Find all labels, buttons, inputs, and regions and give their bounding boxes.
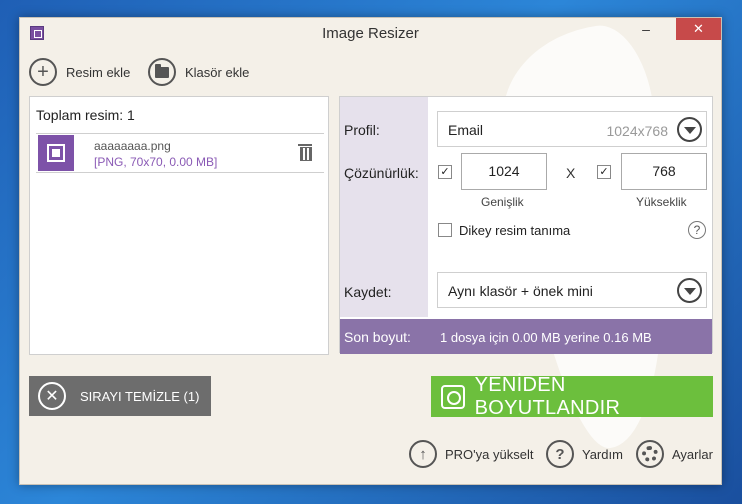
- file-list-item[interactable]: aaaaaaaa.png [PNG, 70x70, 0.00 MB]: [36, 133, 324, 173]
- image-thumbnail: [38, 135, 74, 171]
- height-caption: Yükseklik: [636, 195, 687, 209]
- final-size-label: Son boyut:: [344, 329, 411, 345]
- upgrade-label: PRO'ya yükselt: [445, 446, 534, 462]
- total-images-label: Toplam resim: 1: [36, 107, 135, 123]
- settings-label: Ayarlar: [672, 446, 713, 462]
- height-input[interactable]: 768: [621, 153, 707, 190]
- settings-panel: Profil: Email 1024x768 Çözünürlük: ✓ 102…: [339, 96, 713, 354]
- resize-label: YENİDEN BOYUTLANDIR: [474, 373, 621, 419]
- gear-icon: [636, 440, 664, 468]
- help-icon[interactable]: ?: [688, 221, 706, 239]
- chevron-down-icon[interactable]: [677, 117, 702, 142]
- window-title: Image Resizer: [322, 25, 419, 42]
- add-image-button[interactable]: + Resim ekle: [29, 58, 130, 86]
- trash-icon[interactable]: [298, 144, 312, 161]
- width-input[interactable]: 1024: [461, 153, 547, 190]
- resize-icon: [441, 384, 465, 409]
- final-size-text: 1 dosya için 0.00 MB yerine 0.16 MB: [440, 330, 652, 345]
- clear-queue-button[interactable]: ✕ SIRAYI TEMİZLE (1): [29, 376, 211, 416]
- save-dropdown[interactable]: Aynı klasör + önek mini: [437, 272, 707, 308]
- final-size-bar: Son boyut: 1 dosya için 0.00 MB yerine 0…: [340, 319, 712, 354]
- settings-button[interactable]: Ayarlar: [636, 439, 713, 469]
- folder-icon: [148, 58, 176, 86]
- profile-value: Email: [448, 122, 484, 138]
- help-button[interactable]: ? Yardım: [546, 439, 623, 469]
- app-window: Image Resizer – ✕ + Resim ekle Klasör ek…: [19, 17, 722, 485]
- upgrade-pro-button[interactable]: ↑ PRO'ya yükselt: [409, 439, 533, 469]
- width-checkbox[interactable]: ✓: [438, 165, 452, 179]
- add-folder-label: Klasör ekle: [185, 64, 250, 80]
- help-label: Yardım: [582, 446, 623, 462]
- file-name: aaaaaaaa.png: [94, 139, 171, 153]
- resize-button[interactable]: YENİDEN BOYUTLANDIR: [431, 373, 713, 419]
- portrait-label: Dikey resim tanıma: [459, 223, 571, 238]
- portrait-checkbox[interactable]: [438, 223, 452, 237]
- chevron-down-icon[interactable]: [677, 278, 702, 303]
- close-button[interactable]: ✕: [676, 18, 721, 40]
- close-icon: ✕: [38, 382, 66, 410]
- arrow-up-icon: ↑: [409, 440, 437, 468]
- minimize-button[interactable]: –: [631, 18, 661, 40]
- file-info: [PNG, 70x70, 0.00 MB]: [94, 155, 218, 169]
- clear-queue-label: SIRAYI TEMİZLE (1): [80, 388, 200, 404]
- resolution-label: Çözünürlük:: [344, 165, 419, 181]
- profile-dropdown[interactable]: Email 1024x768: [437, 111, 707, 147]
- profile-size-hint: 1024x768: [606, 123, 668, 139]
- width-caption: Genişlik: [481, 195, 524, 209]
- plus-icon: +: [29, 58, 57, 86]
- save-value: Aynı klasör + önek mini: [448, 283, 593, 299]
- add-folder-button[interactable]: Klasör ekle: [148, 58, 249, 86]
- file-list-panel: Toplam resim: 1 aaaaaaaa.png [PNG, 70x70…: [29, 96, 329, 355]
- dimension-separator: X: [566, 165, 576, 181]
- question-icon: ?: [546, 440, 574, 468]
- add-image-label: Resim ekle: [66, 64, 131, 80]
- save-label: Kaydet:: [344, 284, 392, 300]
- profile-label: Profil:: [344, 122, 380, 138]
- title-bar: Image Resizer – ✕: [20, 18, 721, 48]
- height-checkbox[interactable]: ✓: [597, 165, 611, 179]
